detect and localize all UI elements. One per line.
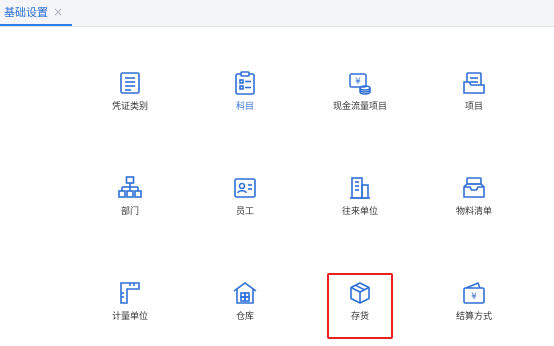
tab-label: 基础设置 xyxy=(4,6,48,19)
wallet-icon: ¥ xyxy=(461,280,487,306)
tile-accounts[interactable]: 科目 xyxy=(195,70,295,130)
building-icon xyxy=(347,175,373,201)
ruler-icon xyxy=(117,280,143,306)
tile-label: 部门 xyxy=(120,207,139,217)
tile-label: 计量单位 xyxy=(111,312,148,322)
tile-projects[interactable]: 项目 xyxy=(424,70,524,130)
box-icon xyxy=(347,280,373,306)
tile-label: 存货 xyxy=(350,312,369,322)
tab-basic-settings[interactable]: 基础设置 × xyxy=(0,0,72,26)
tile-label: 物料清单 xyxy=(455,207,492,217)
tile-label: 凭证类别 xyxy=(111,102,148,112)
folder-icon xyxy=(461,70,487,96)
svg-text:¥: ¥ xyxy=(355,77,361,87)
tile-label: 仓库 xyxy=(235,312,254,322)
tile-contact-unit[interactable]: 往来单位 xyxy=(310,175,410,235)
tile-material-list[interactable]: 物料清单 xyxy=(424,175,524,235)
tile-label: 往来单位 xyxy=(341,207,378,217)
tile-label: 科目 xyxy=(235,102,254,112)
tab-bar: 基础设置 × xyxy=(0,0,554,27)
tile-label: 项目 xyxy=(464,102,483,112)
tile-employee[interactable]: 员工 xyxy=(195,175,295,235)
close-icon[interactable]: × xyxy=(53,6,63,18)
tile-label: 现金流量项目 xyxy=(332,102,387,112)
tile-cash-flow-items[interactable]: ¥ 现金流量项目 xyxy=(310,70,410,130)
svg-text:¥: ¥ xyxy=(471,292,477,302)
inbox-tray-icon xyxy=(461,175,487,201)
clipboard-list-icon xyxy=(232,70,258,96)
cash-flow-icon: ¥ xyxy=(347,70,373,96)
tile-settlement-method[interactable]: ¥ 结算方式 xyxy=(424,280,524,340)
tile-voucher-type[interactable]: 凭证类别 xyxy=(80,70,180,130)
voucher-icon xyxy=(117,70,143,96)
org-chart-icon xyxy=(117,175,143,201)
tile-warehouse[interactable]: 仓库 xyxy=(195,280,295,340)
warehouse-icon xyxy=(232,280,258,306)
tile-department[interactable]: 部门 xyxy=(80,175,180,235)
employee-card-icon xyxy=(232,175,258,201)
tile-unit-of-measure[interactable]: 计量单位 xyxy=(80,280,180,340)
tile-label: 员工 xyxy=(235,207,254,217)
tile-inventory[interactable]: 存货 xyxy=(310,273,410,340)
tile-label: 结算方式 xyxy=(455,312,492,322)
